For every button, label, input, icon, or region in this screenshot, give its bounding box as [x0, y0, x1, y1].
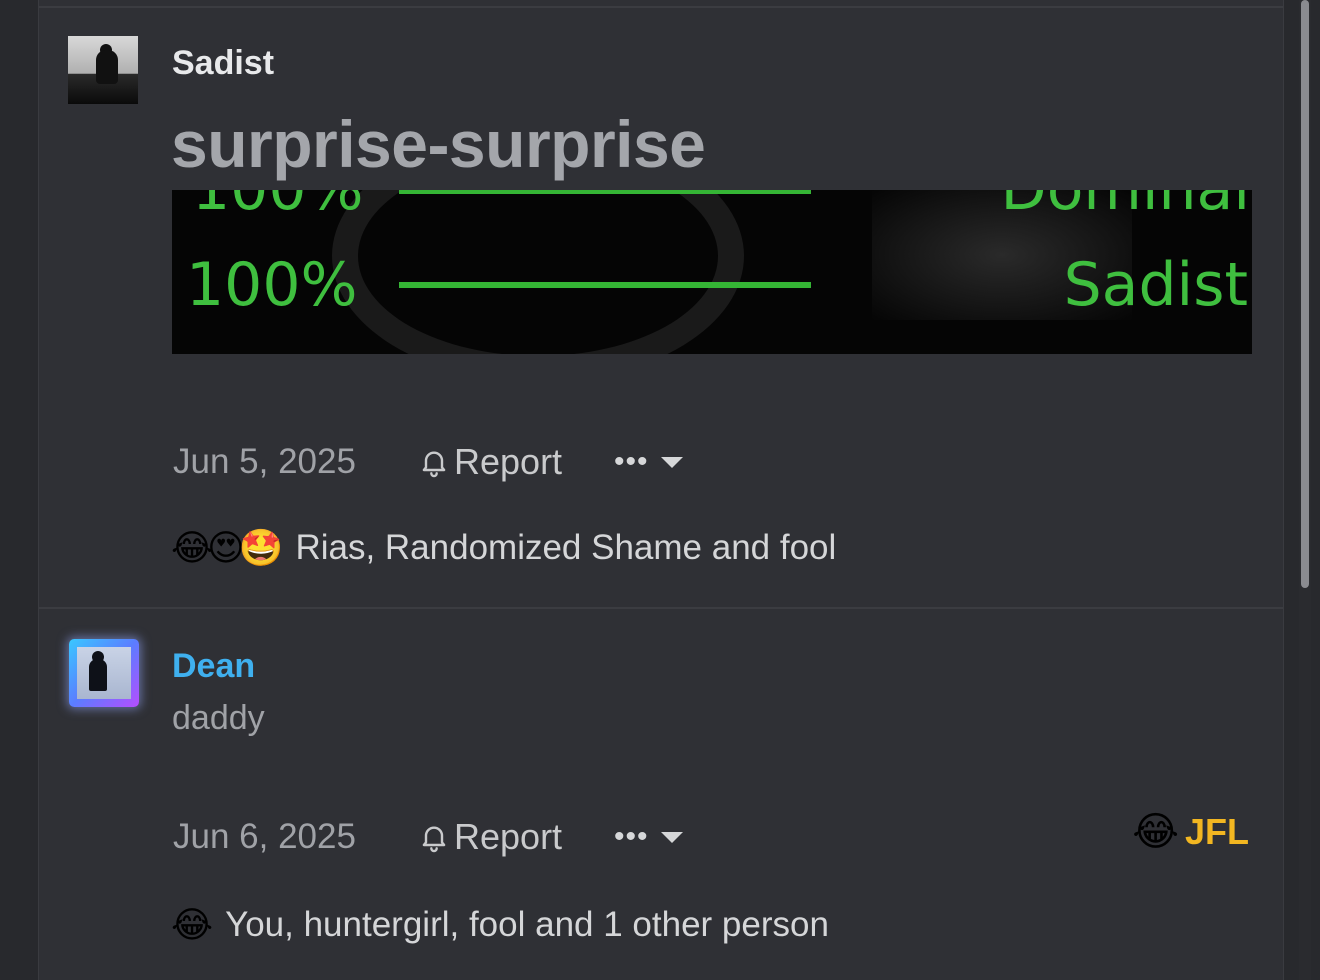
image-text-percent-cut: 100% [192, 190, 364, 224]
more-options-button[interactable]: ••• [614, 822, 683, 852]
post-meta: Jun 5, 2025 Report ••• [173, 440, 683, 484]
report-label: Report [454, 441, 563, 482]
username[interactable]: Dean [172, 647, 255, 686]
dots-icon: ••• [614, 445, 649, 478]
post-meta: Jun 6, 2025 Report ••• [173, 815, 683, 859]
post: Dean daddy Jun 6, 2025 Report ••• 😂 JFL … [39, 607, 1283, 980]
dots-icon: ••• [614, 820, 649, 853]
reaction-summary[interactable]: Rias, Randomized Shame and fool [295, 528, 836, 568]
laughing-emoji-icon: 😂 [1132, 810, 1179, 854]
post: Sadist surprise-surprise 100% Dominai 10… [39, 8, 1283, 606]
reactions-bar[interactable]: 😂 😍 🤩 Rias, Randomized Shame and fool [171, 528, 836, 568]
image-bar [399, 282, 811, 288]
post-text: daddy [172, 699, 265, 737]
page: Sadist surprise-surprise 100% Dominai 10… [0, 0, 1320, 980]
avatar[interactable] [69, 639, 139, 707]
avatar[interactable] [68, 36, 138, 104]
bell-icon [422, 826, 446, 853]
post-title: surprise-surprise [171, 107, 706, 181]
reaction-badge-label: JFL [1184, 811, 1249, 852]
caret-down-icon [660, 831, 683, 843]
more-options-button[interactable]: ••• [614, 447, 683, 477]
image-text-word: Sadist [1063, 250, 1248, 320]
scrollbar-thumb[interactable] [1301, 0, 1309, 588]
thread-feed: Sadist surprise-surprise 100% Dominai 10… [38, 0, 1284, 980]
report-button[interactable]: Report [418, 816, 614, 858]
caret-down-icon [660, 456, 683, 468]
embedded-image[interactable]: 100% Dominai 100% Sadist [172, 190, 1252, 354]
reaction-emojis: 😂 😍 🤩 [171, 530, 283, 566]
image-text-percent: 100% [186, 250, 358, 320]
reactions-bar[interactable]: 😂 You, huntergirl, fool and 1 other pers… [171, 905, 829, 945]
image-text-word-cut: Dominai [1001, 190, 1251, 224]
star-struck-emoji-icon: 🤩 [238, 527, 284, 568]
post-date[interactable]: Jun 6, 2025 [173, 817, 418, 857]
username[interactable]: Sadist [172, 44, 274, 83]
image-bar-cut [399, 190, 811, 194]
scrollbar[interactable] [1299, 0, 1311, 980]
reaction-summary[interactable]: You, huntergirl, fool and 1 other person [225, 905, 829, 945]
laughing-emoji-icon: 😂 [171, 904, 214, 945]
reaction-badge[interactable]: 😂 JFL [1132, 811, 1249, 853]
report-label: Report [454, 816, 563, 857]
report-button[interactable]: Report [418, 441, 614, 483]
post-date[interactable]: Jun 5, 2025 [173, 442, 418, 482]
reaction-emojis: 😂 [171, 907, 213, 943]
bell-icon [422, 451, 446, 478]
